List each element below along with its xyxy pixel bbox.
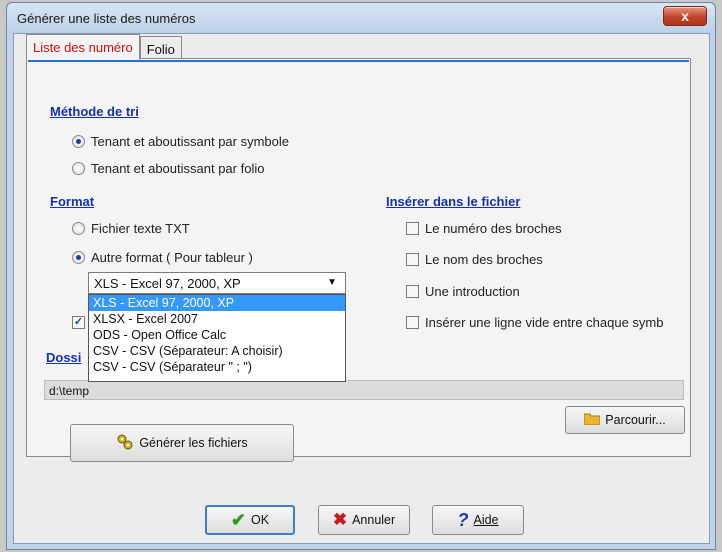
- checkbox-pin-numbers[interactable]: Le numéro des broches: [406, 221, 562, 236]
- generate-files-label: Générer les fichiers: [139, 436, 248, 450]
- checkbox-icon[interactable]: [406, 285, 419, 298]
- tab-bar: Liste des numéro Folio: [26, 34, 182, 60]
- dropdown-arrow-icon[interactable]: ▼: [327, 277, 337, 288]
- radio-format-other[interactable]: Autre format ( Pour tableur ): [72, 250, 253, 265]
- checkbox-icon[interactable]: [406, 253, 419, 266]
- browse-button-label: Parcourir...: [605, 413, 666, 427]
- insert-heading: Insérer dans le fichier: [386, 194, 521, 209]
- cancel-button-label: Annuler: [352, 513, 396, 527]
- checkbox-empty-line[interactable]: Insérer une ligne vide entre chaque symb: [406, 315, 663, 330]
- radio-sort-folio-label: Tenant et aboutissant par folio: [91, 161, 265, 176]
- checkbox-introduction[interactable]: Une introduction: [406, 284, 520, 299]
- radio-selected-icon[interactable]: [72, 135, 85, 148]
- ok-button-label: OK: [251, 513, 270, 527]
- checkbox-empty-line-label: Insérer une ligne vide entre chaque symb: [425, 315, 664, 330]
- radio-format-txt-label: Fichier texte TXT: [91, 221, 190, 236]
- folder-label: Dossi: [46, 350, 82, 365]
- tab-panel-highlight: [28, 60, 689, 62]
- title-bar: Générer une liste des numéros x: [7, 3, 715, 33]
- cross-icon: ✖: [332, 510, 348, 529]
- gears-icon: [116, 433, 134, 454]
- radio-format-txt[interactable]: Fichier texte TXT: [72, 221, 190, 236]
- dropdown-option[interactable]: XLS - Excel 97, 2000, XP: [89, 295, 345, 311]
- folder-icon: [583, 412, 601, 428]
- folder-path-field[interactable]: d:\temp: [44, 380, 684, 400]
- checkbox-introduction-label: Une introduction: [425, 284, 520, 299]
- tab-folio[interactable]: Folio: [139, 36, 182, 59]
- format-dropdown-list: XLS - Excel 97, 2000, XP XLSX - Excel 20…: [88, 294, 346, 382]
- checkbox-icon[interactable]: [406, 222, 419, 235]
- format-select-value: XLS - Excel 97, 2000, XP: [94, 276, 241, 291]
- sort-method-heading: Méthode de tri: [50, 104, 139, 119]
- close-button[interactable]: x: [663, 6, 707, 26]
- checkmark-icon: ✔: [230, 509, 247, 530]
- radio-unselected-icon[interactable]: [72, 162, 85, 175]
- question-icon: ?: [457, 509, 469, 530]
- format-select[interactable]: XLS - Excel 97, 2000, XP ▼: [88, 272, 346, 294]
- format-heading: Format: [50, 194, 95, 209]
- checkbox-icon[interactable]: [406, 316, 419, 329]
- window-title: Générer une liste des numéros: [17, 11, 196, 26]
- browse-button[interactable]: Parcourir...: [565, 406, 685, 434]
- generate-files-button[interactable]: Générer les fichiers: [70, 424, 294, 462]
- checkbox-pin-numbers-label: Le numéro des broches: [425, 221, 562, 236]
- tab-liste-des-numero[interactable]: Liste des numéro: [26, 34, 140, 60]
- checkbox-checked-icon[interactable]: ✓: [72, 316, 85, 329]
- radio-format-other-label: Autre format ( Pour tableur ): [91, 250, 253, 265]
- help-button-label: Aide: [473, 513, 499, 527]
- dropdown-option[interactable]: XLSX - Excel 2007: [89, 311, 345, 327]
- dropdown-option[interactable]: ODS - Open Office Calc: [89, 327, 345, 343]
- radio-unselected-icon[interactable]: [72, 222, 85, 235]
- dropdown-option[interactable]: CSV - CSV (Séparateur: A choisir): [89, 343, 345, 359]
- cancel-button[interactable]: ✖ Annuler: [318, 505, 410, 535]
- help-button[interactable]: ? Aide: [432, 505, 524, 535]
- radio-selected-icon[interactable]: [72, 251, 85, 264]
- radio-sort-symbol-label: Tenant et aboutissant par symbole: [91, 134, 290, 149]
- checkbox-pin-names-label: Le nom des broches: [425, 252, 543, 267]
- ok-button[interactable]: ✔ OK: [205, 505, 295, 535]
- radio-sort-symbol[interactable]: Tenant et aboutissant par symbole: [72, 134, 289, 149]
- checkbox-pin-names[interactable]: Le nom des broches: [406, 252, 543, 267]
- radio-sort-folio[interactable]: Tenant et aboutissant par folio: [72, 161, 264, 176]
- dropdown-option[interactable]: CSV - CSV (Séparateur " ; "): [89, 359, 345, 375]
